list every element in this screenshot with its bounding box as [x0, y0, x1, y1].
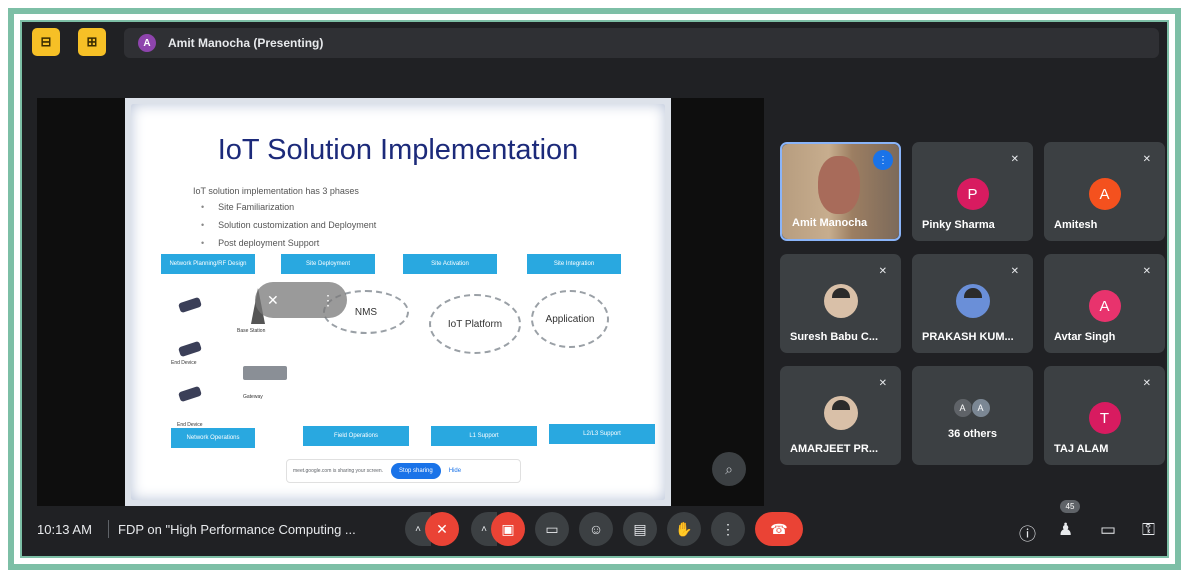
- slide-paper: IoT Solution Implementation IoT solution…: [131, 104, 665, 500]
- meet-window: ⊟ ⊞ A Amit Manocha (Presenting) IoT Solu…: [20, 20, 1169, 558]
- mic-off-icon: ✕: [878, 266, 887, 277]
- end-device-icon: [177, 296, 203, 314]
- avatar: [823, 396, 858, 430]
- tile-name: Amitesh: [1054, 219, 1098, 231]
- end-device-label: End Device: [171, 360, 197, 366]
- speaking-indicator-icon: ⋮: [873, 150, 893, 170]
- raise-hand-button[interactable]: ✋: [667, 512, 701, 546]
- captions-button[interactable]: ▭: [535, 512, 569, 546]
- phase-box: Site Integration: [527, 254, 621, 274]
- tile-pinky-sharma[interactable]: ✕ P Pinky Sharma: [912, 142, 1033, 241]
- participant-count-badge: 45: [1060, 500, 1080, 513]
- bottom-bar: 10:13 AM FDP on "High Performance Comput…: [22, 500, 1167, 556]
- phase-box: Network Planning/RF Design: [161, 254, 255, 274]
- presentation-hover-controls[interactable]: ✕ ⋮: [255, 282, 347, 318]
- slide-bullet: Post deployment Support: [201, 238, 376, 248]
- layout-icon[interactable]: ⊟: [32, 28, 60, 56]
- avatar: A: [1088, 178, 1121, 210]
- end-device-icon: [177, 340, 203, 358]
- end-device-icon: [177, 385, 203, 403]
- participant-face: [818, 156, 860, 214]
- base-station-label: Base Station: [237, 328, 266, 334]
- iot-platform-cloud: IoT Platform: [429, 294, 521, 354]
- tile-name: AMARJEET PR...: [790, 443, 879, 455]
- info-icon[interactable]: ⓘ: [1019, 520, 1036, 545]
- application-cloud: Application: [531, 290, 609, 348]
- tile-name: PRAKASH KUM...: [922, 331, 1014, 343]
- tile-amit-manocha[interactable]: ⋮ Amit Manocha: [780, 142, 901, 241]
- avatar: A: [970, 398, 991, 418]
- phase-box: Network Operations: [171, 428, 255, 448]
- stop-sharing-button[interactable]: Stop sharing: [391, 463, 441, 479]
- hide-banner-button[interactable]: Hide: [449, 468, 461, 474]
- slide-bullets: Site Familiarization Solution customizat…: [201, 202, 376, 256]
- camera-off-button[interactable]: ▣: [491, 512, 525, 546]
- tile-name: Suresh Babu C...: [790, 331, 879, 343]
- top-bar: ⊟ ⊞ A Amit Manocha (Presenting): [26, 28, 1163, 58]
- zoom-icon[interactable]: ⌕: [712, 452, 746, 486]
- share-banner-text: meet.google.com is sharing your screen.: [293, 468, 384, 474]
- gateway-label: Gateway: [243, 394, 263, 400]
- tile-suresh-babu[interactable]: ✕ Suresh Babu C...: [780, 254, 901, 353]
- present-button[interactable]: ▤: [623, 512, 657, 546]
- gateway-icon: [243, 366, 287, 380]
- mic-off-icon[interactable]: ✕: [267, 292, 279, 309]
- slide-intro: IoT solution implementation has 3 phases: [193, 186, 359, 196]
- phase-box: Site Activation: [403, 254, 497, 274]
- tile-name: Amit Manocha: [792, 217, 868, 229]
- others-avatars: A A: [952, 398, 991, 418]
- reactions-button[interactable]: ☺: [579, 512, 613, 546]
- avatar: P: [956, 178, 989, 210]
- tile-amarjeet[interactable]: ✕ AMARJEET PR...: [780, 366, 901, 465]
- phase-box: Field Operations: [303, 426, 409, 446]
- tile-name: TAJ ALAM: [1054, 443, 1109, 455]
- mic-off-button[interactable]: ✕: [425, 512, 459, 546]
- chat-icon[interactable]: ▭: [1100, 520, 1116, 540]
- slide-bullet: Solution customization and Deployment: [201, 220, 376, 230]
- avatar: A: [952, 398, 973, 418]
- presenter-label: Amit Manocha (Presenting): [168, 36, 324, 50]
- mic-off-icon: ✕: [1142, 266, 1151, 277]
- tile-others[interactable]: A A 36 others: [912, 366, 1033, 465]
- shared-slide: IoT Solution Implementation IoT solution…: [125, 98, 671, 506]
- avatar: A: [1088, 290, 1121, 322]
- tile-amitesh[interactable]: ✕ A Amitesh: [1044, 142, 1165, 241]
- more-options-button[interactable]: ⋮: [711, 512, 745, 546]
- mic-off-icon: ✕: [1142, 154, 1151, 165]
- phase-box: L1 Support: [431, 426, 537, 446]
- presenter-bar: A Amit Manocha (Presenting): [124, 28, 1159, 58]
- phase-box: Site Deployment: [281, 254, 375, 274]
- leave-call-button[interactable]: ☎: [755, 512, 803, 546]
- screen-share-banner: meet.google.com is sharing your screen. …: [286, 459, 521, 483]
- mic-off-icon: ✕: [878, 378, 887, 389]
- phase-box: L2/L3 Support: [549, 424, 655, 444]
- host-controls-icon[interactable]: ⚿: [1142, 520, 1155, 540]
- presenter-avatar: A: [138, 34, 156, 52]
- tile-avtar-singh[interactable]: ✕ A Avtar Singh: [1044, 254, 1165, 353]
- pin-icon[interactable]: ⊞: [78, 28, 106, 56]
- avatar: [823, 284, 858, 318]
- slide-bullet: Site Familiarization: [201, 202, 376, 212]
- people-icon[interactable]: ♟: [1058, 520, 1073, 540]
- presentation-stage: IoT Solution Implementation IoT solution…: [37, 98, 764, 506]
- others-count: 36 others: [948, 428, 997, 440]
- slide-title: IoT Solution Implementation: [217, 134, 579, 166]
- divider: [108, 520, 109, 538]
- tile-name: Avtar Singh: [1054, 331, 1116, 343]
- screenshot-frame: ⊟ ⊞ A Amit Manocha (Presenting) IoT Solu…: [8, 8, 1181, 570]
- avatar: T: [1088, 402, 1121, 434]
- mic-off-icon: ✕: [1142, 378, 1151, 389]
- mic-off-icon: ✕: [1010, 266, 1019, 277]
- tile-prakash[interactable]: ✕ PRAKASH KUM...: [912, 254, 1033, 353]
- avatar: [955, 284, 990, 318]
- meeting-title: FDP on "High Performance Computing ...: [118, 522, 356, 537]
- mic-off-icon: ✕: [1010, 154, 1019, 165]
- tile-taj-alam[interactable]: ✕ T TAJ ALAM: [1044, 366, 1165, 465]
- more-options-icon[interactable]: ⋮: [321, 292, 335, 309]
- tile-name: Pinky Sharma: [922, 219, 995, 231]
- clock: 10:13 AM: [37, 522, 92, 537]
